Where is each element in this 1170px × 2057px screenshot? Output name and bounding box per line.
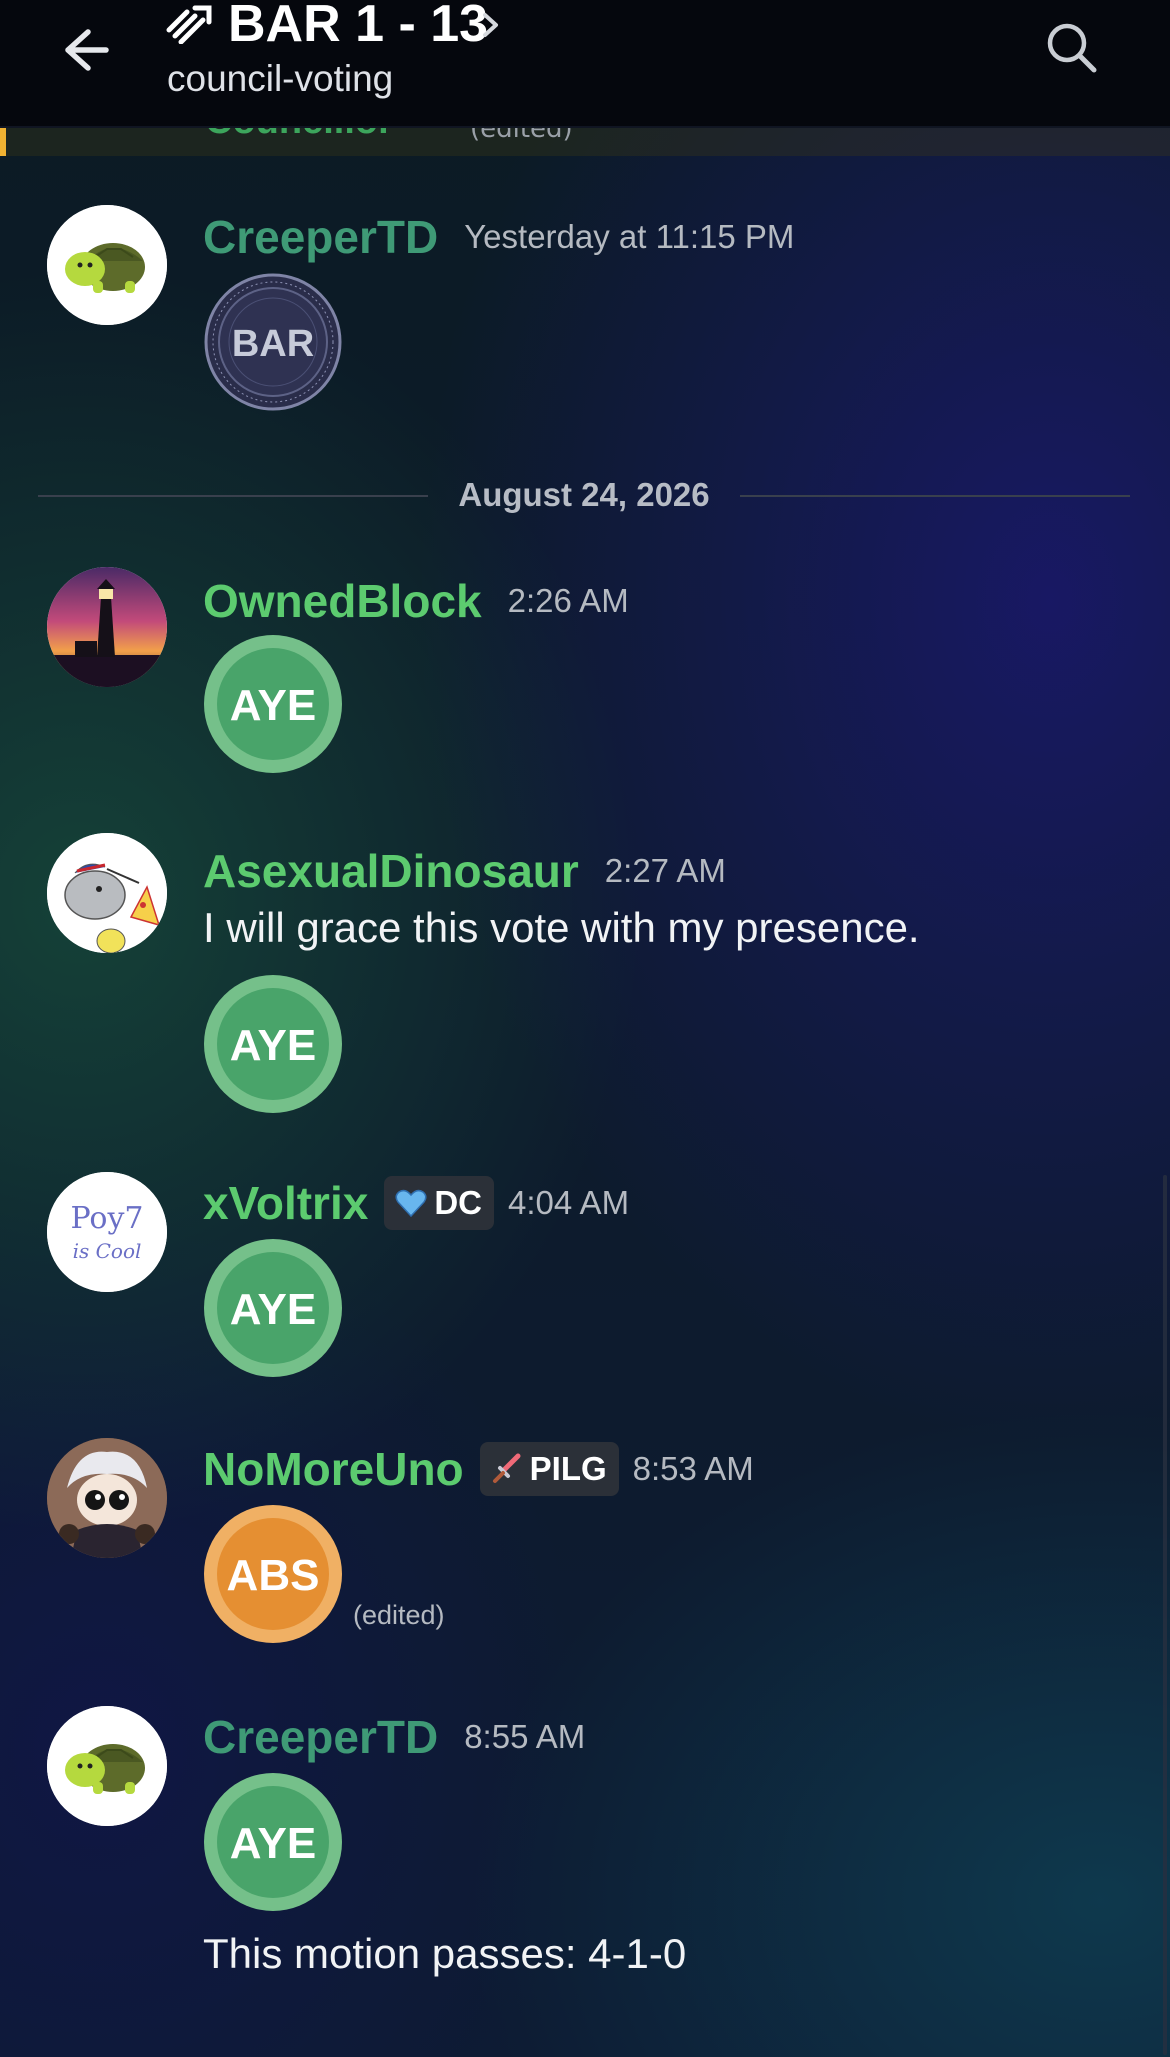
message-item[interactable]: CreeperTD 8:55 AM AYE This motion passes… <box>0 1702 1170 2002</box>
anime-character-avatar[interactable] <box>47 1438 167 1558</box>
channel-name[interactable]: council-voting <box>167 58 393 100</box>
message-author[interactable]: AsexualDinosaur <box>203 844 579 898</box>
server-tag[interactable]: PILG <box>479 1442 619 1496</box>
abs-vote-emoji[interactable]: ABS <box>203 1504 343 1644</box>
channel-title[interactable]: BAR 1 - 13 <box>228 0 488 54</box>
aye-vote-emoji[interactable]: AYE <box>203 1238 343 1378</box>
bar-seal-emoji[interactable]: BAR <box>203 272 343 412</box>
back-arrow-icon[interactable] <box>50 18 114 82</box>
aye-vote-emoji[interactable]: AYE <box>203 1772 343 1912</box>
date-divider: August 24, 2026 <box>38 470 1130 522</box>
aye-vote-emoji[interactable]: AYE <box>203 634 343 774</box>
chevron-right-icon[interactable] <box>478 8 504 42</box>
message-author[interactable]: CreeperTD <box>203 210 438 264</box>
sword-icon <box>492 1453 521 1483</box>
drawn-dinosaur-avatar[interactable] <box>47 833 167 953</box>
divider-line-right <box>740 495 1130 497</box>
message-item[interactable]: Poy7 is Cool xVoltrix DC 4:04 AM AYE <box>0 1168 1170 1398</box>
message-timestamp: 2:26 AM <box>507 582 629 619</box>
message-item[interactable]: NoMoreUno PILG 8:53 AM ABS (edited) <box>0 1434 1170 1674</box>
vote-label: AYE <box>230 1819 316 1868</box>
server-tag-label: DC <box>434 1184 482 1221</box>
seal-text: BAR <box>232 323 314 365</box>
mention-highlight-bar <box>0 128 6 156</box>
previous-message-author: Councillor <box>205 128 393 143</box>
message-timestamp: 2:27 AM <box>604 852 726 889</box>
vote-label: AYE <box>230 681 316 730</box>
vote-label: ABS <box>227 1551 320 1600</box>
search-icon[interactable] <box>1042 18 1102 78</box>
message-timestamp: 8:55 AM <box>464 1718 586 1755</box>
server-tag-label: PILG <box>529 1450 607 1487</box>
blue-heart-icon <box>395 1189 427 1218</box>
scrollbar[interactable] <box>1163 1175 1167 2055</box>
vote-label: AYE <box>230 1285 316 1334</box>
message-author[interactable]: CreeperTD <box>203 1710 438 1764</box>
message-item[interactable]: OwnedBlock 2:26 AM AYE <box>0 560 1170 790</box>
message-author[interactable]: OwnedBlock <box>203 574 482 628</box>
turtle-avatar[interactable] <box>47 1706 167 1826</box>
channel-header: BAR 1 - 13 council-voting <box>0 0 1170 128</box>
avatar-text-line2: is Cool <box>73 1239 142 1263</box>
message-timestamp: 4:04 AM <box>507 1184 630 1221</box>
previous-edited-label: (edited) <box>470 128 573 144</box>
message-author[interactable]: xVoltrix <box>203 1176 368 1230</box>
message-item[interactable]: CreeperTD Yesterday at 11:15 PM BAR <box>0 200 1170 430</box>
message-author[interactable]: NoMoreUno <box>203 1442 464 1496</box>
edited-label: (edited) <box>353 1600 445 1630</box>
poyt-is-cool-avatar[interactable]: Poy7 is Cool <box>47 1172 167 1292</box>
message-content: I will grace this vote with my presence. <box>203 904 920 951</box>
message-content: This motion passes: 4-1-0 <box>203 1930 687 1977</box>
message-item[interactable]: AsexualDinosaur 2:27 AM I will grace thi… <box>0 828 1170 1128</box>
server-icon <box>166 5 212 44</box>
lighthouse-avatar[interactable] <box>47 567 167 687</box>
turtle-avatar[interactable] <box>47 205 167 325</box>
previous-message-remnant: Councillor (edited) <box>0 128 1170 156</box>
message-timestamp: Yesterday at 11:15 PM <box>464 218 795 255</box>
message-timestamp: 8:53 AM <box>632 1450 754 1487</box>
avatar-text-line1: Poy7 <box>70 1201 143 1236</box>
vote-label: AYE <box>230 1021 316 1070</box>
server-tag[interactable]: DC <box>384 1176 494 1230</box>
aye-vote-emoji[interactable]: AYE <box>203 974 343 1114</box>
